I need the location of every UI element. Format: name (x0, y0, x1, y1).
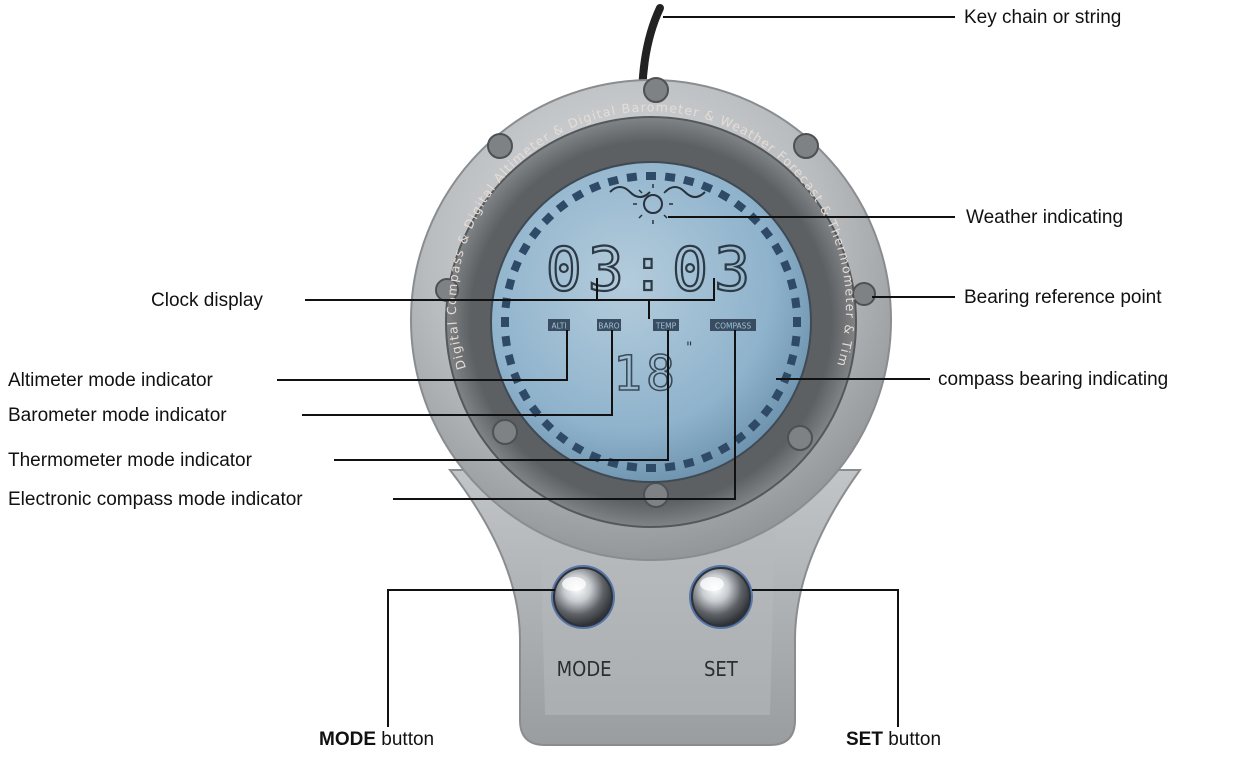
tag-alti: ALTI (551, 322, 566, 331)
bearing-segment (791, 335, 801, 347)
label-barometer: Barometer mode indicator (8, 405, 227, 426)
set-button[interactable] (689, 565, 753, 629)
label-altimeter: Altimeter mode indicator (8, 370, 213, 391)
label-mode-button: MODE button (319, 729, 434, 751)
label-weather: Weather indicating (966, 207, 1124, 228)
bearing-segment (501, 317, 509, 327)
label-compass-bearing: compass bearing indicating (938, 369, 1169, 390)
lcd-screen (490, 161, 812, 483)
bearing-segment (664, 172, 676, 182)
bearing-segment (626, 172, 638, 182)
bearing-segment (626, 462, 638, 472)
bearing-segment (501, 335, 511, 347)
bearing-segment (793, 317, 801, 327)
temperature-digits: 18 (613, 346, 679, 402)
temperature-unit: " (686, 340, 692, 356)
diagram-stage: Digital Compass & Digital Altimeter & Di… (0, 0, 1252, 754)
bearing-segment (791, 297, 801, 309)
label-key-chain: Key chain or string (964, 7, 1122, 28)
bearing-segment (646, 172, 656, 180)
bearing-segment (664, 462, 676, 472)
label-mode-button-rest: button (376, 729, 435, 750)
label-set-button-bold: SET (846, 729, 883, 750)
label-set-button: SET button (846, 729, 941, 751)
clock-digits: 03:03 (546, 235, 757, 305)
mode-button-label: MODE (557, 658, 612, 681)
label-bearing-ref: Bearing reference point (964, 287, 1162, 308)
tag-baro: BARO (598, 322, 619, 331)
mode-button[interactable] (551, 565, 615, 629)
tag-compass: COMPASS (715, 322, 752, 331)
label-set-button-rest: button (882, 729, 942, 750)
label-clock: Clock display (151, 290, 263, 311)
tag-temp: TEMP (655, 322, 677, 331)
set-button-label: SET (704, 658, 738, 681)
label-thermometer: Thermometer mode indicator (8, 450, 252, 471)
label-mode-button-bold: MODE (319, 729, 376, 750)
label-compass-mode: Electronic compass mode indicator (8, 489, 303, 510)
bearing-segment (646, 464, 656, 472)
